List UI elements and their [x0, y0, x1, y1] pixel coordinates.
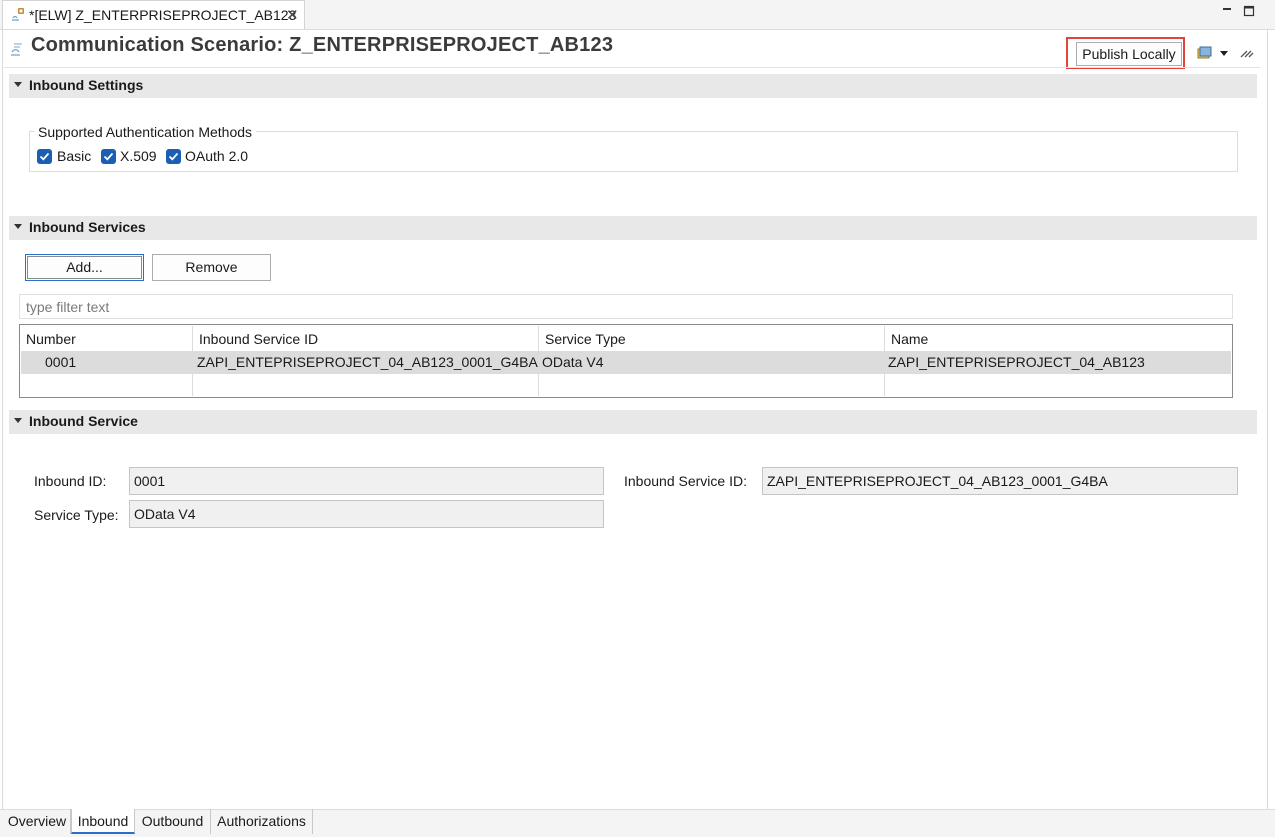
basic-auth-checkbox[interactable] — [37, 149, 52, 164]
section-title: Inbound Service — [29, 413, 138, 429]
deploy-icon[interactable] — [1196, 44, 1214, 62]
column-header-name[interactable]: Name — [891, 328, 928, 350]
column-divider — [192, 326, 193, 396]
tab-overview[interactable]: Overview — [4, 809, 71, 834]
add-service-button[interactable]: Add... — [25, 254, 144, 281]
publish-locally-button[interactable]: Publish Locally — [1076, 42, 1182, 66]
inbound-id-field: 0001 — [129, 467, 604, 495]
help-slash-icon[interactable] — [1238, 44, 1256, 62]
communication-scenario-icon — [11, 7, 25, 21]
service-type-field: OData V4 — [129, 500, 604, 528]
oauth-auth-checkbox[interactable] — [166, 149, 181, 164]
section-collapse-icon — [14, 224, 22, 229]
editor-tab[interactable]: *[ELW] Z_ENTERPRISEPROJECT_AB123 ✕ — [2, 0, 305, 29]
column-header-service-type[interactable]: Service Type — [545, 328, 626, 350]
tab-inbound[interactable]: Inbound — [71, 809, 135, 834]
basic-auth-label: Basic — [57, 148, 92, 164]
inbound-service-id-label: Inbound Service ID: — [624, 473, 747, 489]
section-collapse-icon — [14, 82, 22, 87]
cell-number: 0001 — [45, 354, 77, 370]
tab-authorizations[interactable]: Authorizations — [211, 809, 313, 834]
scenario-header-icon — [10, 41, 26, 57]
column-header-number[interactable]: Number — [26, 328, 76, 350]
section-inbound-settings[interactable]: Inbound Settings — [9, 74, 1257, 98]
cell-service-id: ZAPI_ENTEPRISEPROJECT_04_AB123_0001_G4BA — [197, 354, 538, 370]
section-inbound-services[interactable]: Inbound Services — [9, 216, 1257, 240]
section-collapse-icon — [14, 418, 22, 423]
minimize-icon[interactable] — [1219, 3, 1235, 19]
header-divider — [4, 67, 1260, 68]
page-title: Communication Scenario: Z_ENTERPRISEPROJ… — [31, 34, 614, 56]
cell-service-type: OData V4 — [542, 354, 604, 370]
service-type-label: Service Type: — [34, 507, 119, 523]
maximize-icon[interactable] — [1241, 3, 1257, 19]
auth-methods-group-label: Supported Authentication Methods — [34, 124, 257, 140]
x509-auth-label: X.509 — [120, 148, 157, 164]
column-divider — [884, 326, 885, 396]
section-title: Inbound Settings — [29, 77, 144, 93]
editor-tab-title: *[ELW] Z_ENTERPRISEPROJECT_AB123 — [29, 7, 297, 23]
remove-service-button[interactable]: Remove — [152, 254, 271, 281]
tab-outbound[interactable]: Outbound — [135, 809, 211, 834]
cell-name: ZAPI_ENTEPRISEPROJECT_04_AB123 — [888, 354, 1145, 370]
x509-auth-checkbox[interactable] — [101, 149, 116, 164]
column-divider — [538, 326, 539, 396]
inbound-id-label: Inbound ID: — [34, 473, 107, 489]
oauth-auth-label: OAuth 2.0 — [185, 148, 249, 164]
column-header-service-id[interactable]: Inbound Service ID — [199, 328, 318, 350]
section-inbound-service[interactable]: Inbound Service — [9, 410, 1257, 434]
inbound-service-id-field: ZAPI_ENTEPRISEPROJECT_04_AB123_0001_G4BA — [762, 467, 1238, 495]
close-icon[interactable]: ✕ — [286, 6, 299, 24]
chevron-down-icon[interactable] — [1218, 46, 1236, 64]
filter-input[interactable] — [19, 294, 1233, 319]
section-title: Inbound Services — [29, 219, 146, 235]
